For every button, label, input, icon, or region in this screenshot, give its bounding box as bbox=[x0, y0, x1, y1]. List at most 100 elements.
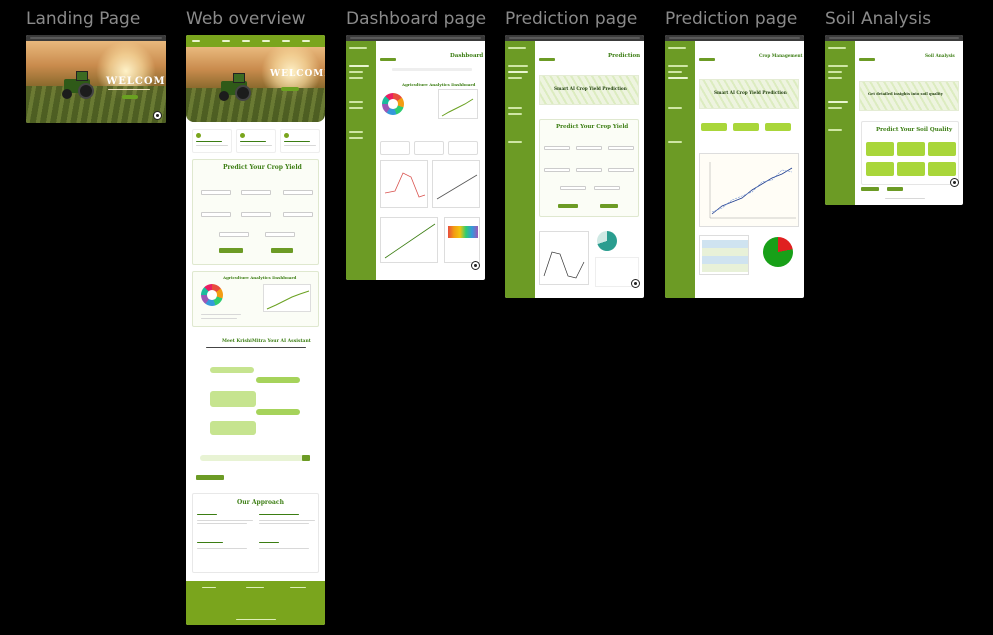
filter-button[interactable] bbox=[859, 58, 875, 61]
soil-option[interactable] bbox=[897, 142, 925, 156]
soil-option[interactable] bbox=[897, 162, 925, 176]
sidebar-item[interactable] bbox=[828, 65, 848, 67]
field-7[interactable] bbox=[219, 232, 249, 237]
web-overview-frame[interactable]: WELCOME Predict Your Crop Yield Agricult… bbox=[186, 35, 325, 625]
sidebar-item[interactable] bbox=[828, 47, 846, 49]
sidebar-item[interactable] bbox=[828, 107, 842, 109]
sidebar-item[interactable] bbox=[508, 141, 522, 143]
sidebar-item[interactable] bbox=[349, 77, 363, 79]
sidebar-item[interactable] bbox=[668, 47, 686, 49]
soil-option[interactable] bbox=[866, 142, 894, 156]
field[interactable] bbox=[608, 168, 634, 172]
crop-action-button[interactable] bbox=[765, 123, 791, 131]
field[interactable] bbox=[576, 168, 602, 172]
nav-link-home[interactable] bbox=[222, 40, 230, 42]
prediction-frame-1[interactable]: Prediction Smart AI Crop Yield Predictio… bbox=[505, 35, 644, 298]
nav-logo[interactable] bbox=[192, 40, 200, 42]
frame-title-web-overview: Web overview bbox=[186, 9, 306, 29]
hero-cta-button[interactable] bbox=[281, 87, 299, 91]
field[interactable] bbox=[560, 186, 586, 190]
chat-assistant-icon[interactable] bbox=[471, 261, 480, 270]
sidebar-item[interactable] bbox=[508, 71, 528, 73]
prediction-page-title: Prediction bbox=[608, 53, 641, 59]
sidebar-item[interactable] bbox=[828, 129, 842, 131]
sidebar-item[interactable] bbox=[668, 65, 688, 67]
sidebar-item[interactable] bbox=[349, 137, 363, 139]
sidebar-item[interactable] bbox=[668, 77, 688, 79]
sidebar-item[interactable] bbox=[668, 71, 682, 73]
predict-button[interactable] bbox=[558, 204, 578, 208]
sidebar-item[interactable] bbox=[349, 131, 363, 133]
soil-icon bbox=[240, 133, 245, 138]
crop-action-button[interactable] bbox=[733, 123, 759, 131]
sidebar-item[interactable] bbox=[508, 107, 522, 109]
chat-send-button[interactable] bbox=[302, 455, 310, 461]
field-6[interactable] bbox=[283, 212, 313, 217]
sidebar bbox=[665, 41, 695, 298]
predict-form-heading: Predict Your Crop Yield bbox=[223, 164, 302, 171]
sidebar-item[interactable] bbox=[828, 77, 842, 79]
sidebar-item[interactable] bbox=[349, 107, 363, 109]
chat-clear-button[interactable] bbox=[196, 475, 224, 480]
field[interactable] bbox=[544, 168, 570, 172]
weather-chart bbox=[539, 231, 589, 285]
sidebar bbox=[346, 41, 376, 280]
reset-button[interactable] bbox=[271, 248, 293, 253]
sidebar-item[interactable] bbox=[828, 101, 848, 103]
heatmap-chart bbox=[444, 217, 480, 263]
field-8[interactable] bbox=[265, 232, 295, 237]
weather-icon bbox=[196, 133, 201, 138]
chat-bubble-user bbox=[256, 409, 300, 415]
sidebar-item[interactable] bbox=[349, 65, 369, 67]
sidebar-item[interactable] bbox=[668, 141, 682, 143]
nav-link-predict[interactable] bbox=[262, 40, 270, 42]
nav-link-contact[interactable] bbox=[302, 40, 310, 42]
filter-button[interactable] bbox=[699, 58, 715, 61]
sidebar-item[interactable] bbox=[668, 107, 682, 109]
field[interactable] bbox=[576, 146, 602, 150]
sidebar-item[interactable] bbox=[508, 77, 522, 79]
field-4[interactable] bbox=[201, 212, 231, 217]
soil-option[interactable] bbox=[928, 142, 956, 156]
sidebar-item[interactable] bbox=[508, 65, 528, 67]
field-3[interactable] bbox=[283, 190, 313, 195]
sidebar-item[interactable] bbox=[349, 47, 367, 49]
filter-inputs[interactable] bbox=[392, 68, 472, 71]
sidebar-item[interactable] bbox=[349, 71, 363, 73]
dashboard-frame[interactable]: Dashboard Agriculture Analytics Dashboar… bbox=[346, 35, 485, 280]
ai-icon bbox=[284, 133, 289, 138]
field[interactable] bbox=[594, 186, 620, 190]
nav-link-about[interactable] bbox=[242, 40, 250, 42]
regression-chart bbox=[380, 217, 438, 263]
sidebar-item[interactable] bbox=[828, 71, 842, 73]
field[interactable] bbox=[544, 146, 570, 150]
filter-button[interactable] bbox=[539, 58, 555, 61]
field-2[interactable] bbox=[241, 190, 271, 195]
chat-input[interactable] bbox=[200, 455, 310, 461]
crop-action-button[interactable] bbox=[701, 123, 727, 131]
chat-assistant-icon[interactable] bbox=[950, 178, 959, 187]
sidebar-item[interactable] bbox=[508, 113, 522, 115]
reset-button[interactable] bbox=[887, 187, 903, 191]
hero-welcome-title: WELCOME bbox=[106, 76, 166, 87]
soil-option[interactable] bbox=[866, 162, 894, 176]
soil-option[interactable] bbox=[928, 162, 956, 176]
field-5[interactable] bbox=[241, 212, 271, 217]
analyze-button[interactable] bbox=[861, 187, 879, 191]
soil-frame[interactable]: Soil Analysis Get detailed insights into… bbox=[825, 35, 963, 205]
sidebar-item[interactable] bbox=[508, 47, 526, 49]
field-1[interactable] bbox=[201, 190, 231, 195]
prediction-frame-2[interactable]: Crop Management Smart AI Crop Yield Pred… bbox=[665, 35, 804, 298]
card-title bbox=[196, 141, 222, 142]
chat-assistant-icon[interactable] bbox=[153, 111, 162, 120]
chat-assistant-icon[interactable] bbox=[631, 279, 640, 288]
field[interactable] bbox=[608, 146, 634, 150]
sidebar-item[interactable] bbox=[349, 101, 363, 103]
field-rows bbox=[186, 88, 325, 122]
nav-link-dashboard[interactable] bbox=[282, 40, 290, 42]
landing-frame[interactable]: WELCOME bbox=[26, 35, 166, 123]
hero-cta-button[interactable] bbox=[122, 95, 138, 99]
reset-button[interactable] bbox=[600, 204, 618, 208]
filter-button[interactable] bbox=[380, 58, 396, 61]
predict-button[interactable] bbox=[219, 248, 243, 253]
